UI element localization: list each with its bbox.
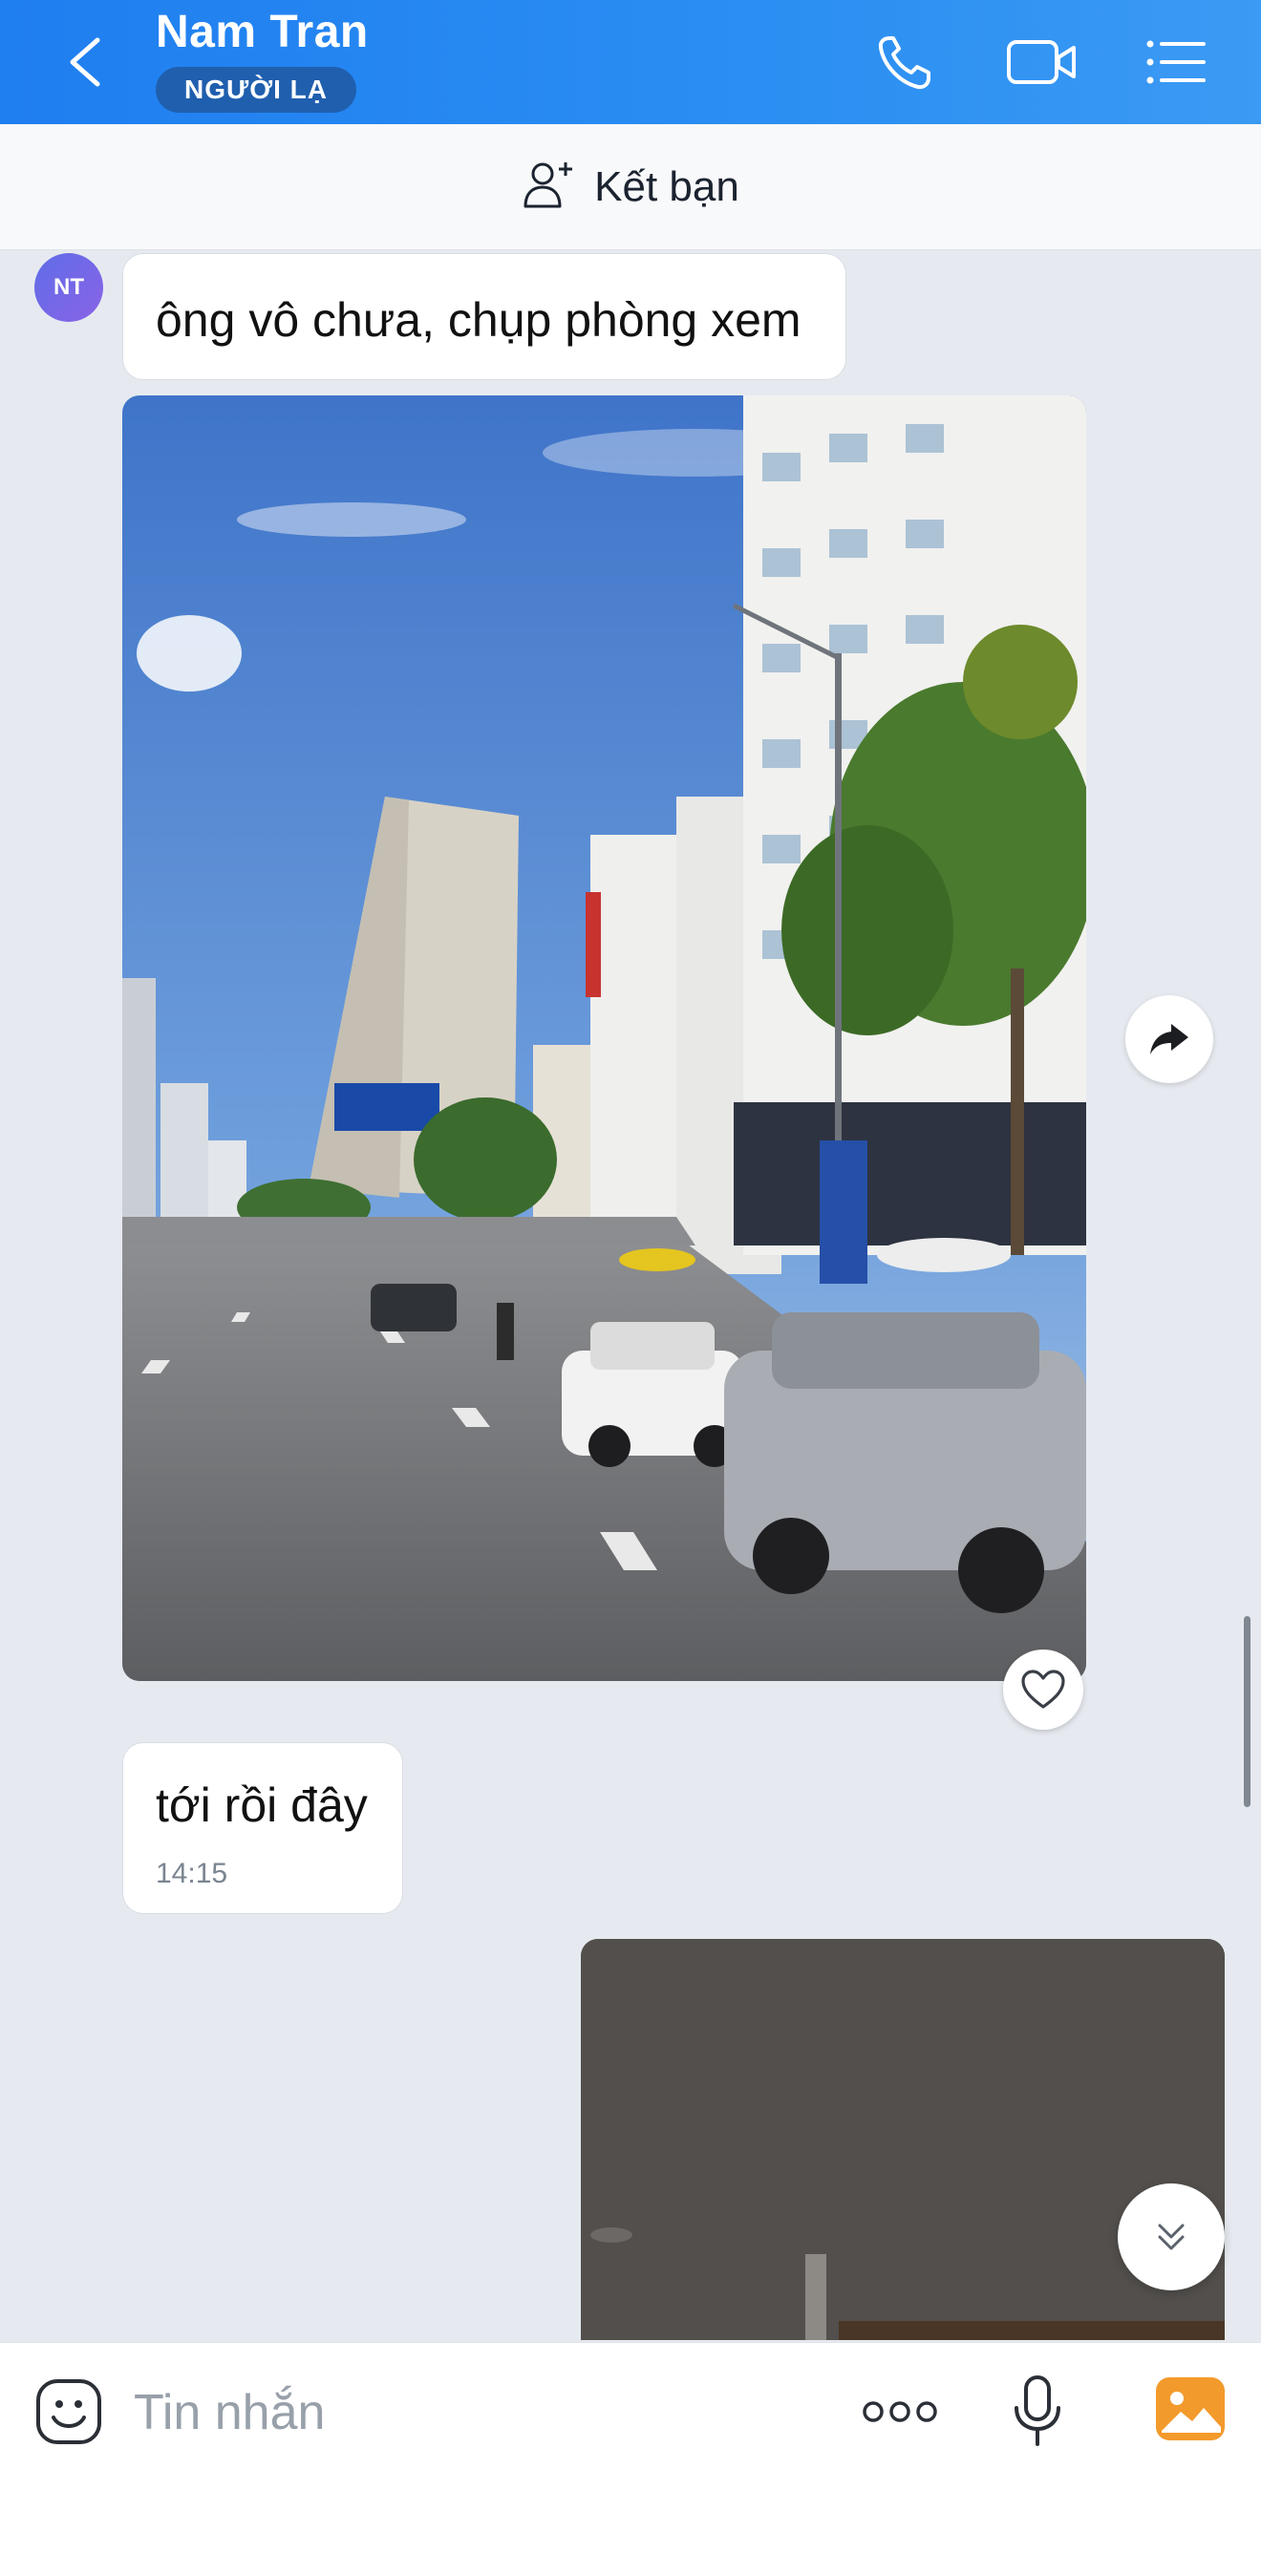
add-friend-button[interactable]: Kết bạn: [0, 124, 1261, 250]
message-time: 14:15: [156, 1858, 228, 1889]
share-forward-icon[interactable]: [1125, 995, 1213, 1083]
gallery-icon[interactable]: [1154, 2375, 1227, 2442]
emoji-icon[interactable]: [34, 2377, 103, 2446]
add-friend-icon: [522, 159, 577, 215]
photo-message-room[interactable]: [581, 1939, 1225, 2340]
message-text: tới rồi đây: [156, 1778, 368, 1832]
menu-list-icon[interactable]: [1143, 31, 1211, 94]
stranger-badge: NGƯỜI LẠ: [156, 67, 356, 113]
scrollbar[interactable]: [1244, 1616, 1250, 1807]
message-bubble[interactable]: tới rồi đây 14:15: [122, 1742, 403, 1914]
chevron-double-down-icon[interactable]: [1118, 2183, 1225, 2290]
more-dots-icon[interactable]: [860, 2391, 940, 2433]
message-text: ông vô chưa, chụp phòng xem: [156, 293, 801, 347]
microphone-icon[interactable]: [1011, 2374, 1064, 2450]
photo-message-street[interactable]: [122, 395, 1086, 1681]
contact-name[interactable]: Nam Tran: [156, 6, 369, 58]
add-friend-label: Kết bạn: [594, 162, 739, 210]
video-icon[interactable]: [1005, 31, 1079, 94]
message-bubble[interactable]: ông vô chưa, chụp phòng xem: [122, 253, 846, 380]
back-arrow-icon[interactable]: [59, 29, 117, 96]
chat-header: Nam Tran NGƯỜI LẠ: [0, 0, 1261, 124]
heart-icon[interactable]: [1003, 1650, 1083, 1730]
phone-icon[interactable]: [874, 31, 943, 94]
composer-bar: [0, 2342, 1261, 2576]
avatar[interactable]: NT: [34, 253, 103, 322]
message-input[interactable]: [134, 2372, 802, 2454]
